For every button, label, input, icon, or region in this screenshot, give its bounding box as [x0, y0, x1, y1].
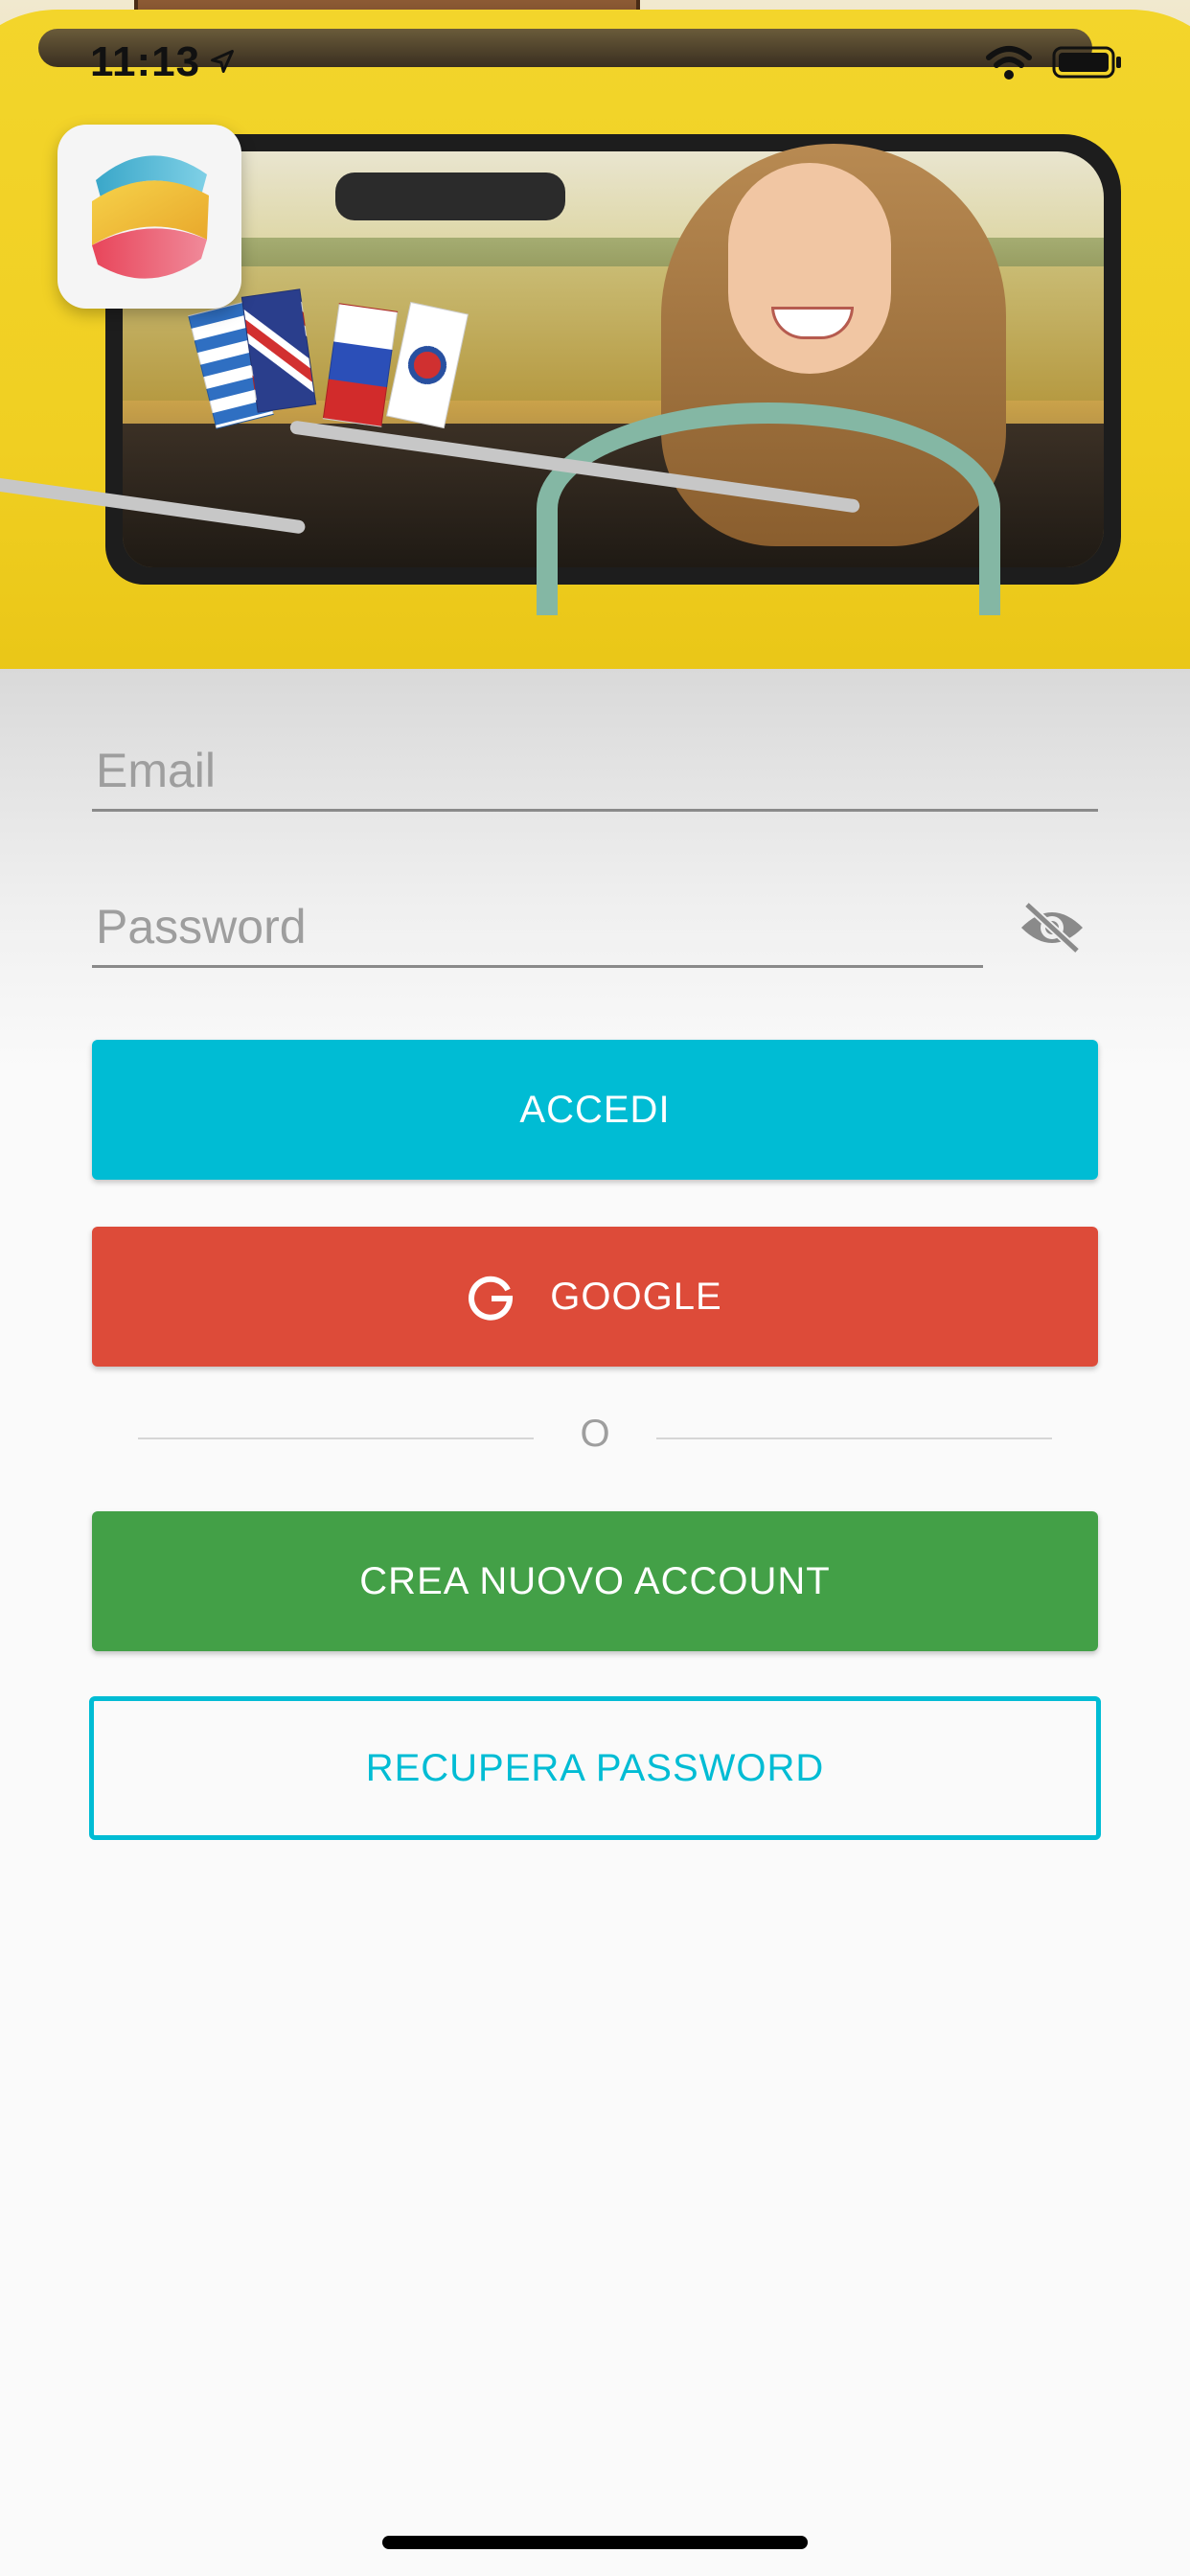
email-input[interactable] [92, 732, 1098, 809]
google-signin-button[interactable]: GOOGLE [92, 1227, 1098, 1367]
status-time: 11:13 [90, 38, 201, 85]
create-account-button[interactable]: CREA NUOVO ACCOUNT [92, 1511, 1098, 1651]
accedi-button-label: ACCEDI [519, 1088, 671, 1131]
home-indicator[interactable] [382, 2536, 808, 2549]
google-button-label: GOOGLE [550, 1275, 722, 1318]
wifi-icon [986, 46, 1032, 80]
status-bar: 11:13 [0, 0, 1190, 126]
battery-icon [1052, 46, 1121, 79]
password-input[interactable] [92, 888, 983, 965]
driver-face [728, 163, 891, 374]
app-logo-icon [57, 125, 241, 309]
or-divider-right [656, 1438, 1052, 1439]
steering-wheel [537, 402, 1000, 615]
form-background [0, 669, 1190, 1071]
or-separator-text: O [580, 1413, 610, 1455]
google-g-icon [469, 1276, 514, 1321]
location-arrow-icon [211, 50, 234, 73]
eye-off-icon[interactable] [1018, 899, 1087, 956]
email-underline [92, 809, 1098, 812]
recover-password-label: RECUPERA PASSWORD [365, 1746, 825, 1789]
rearview-mirror [335, 172, 565, 220]
create-account-label: CREA NUOVO ACCOUNT [359, 1559, 831, 1602]
password-underline [92, 965, 983, 968]
password-field-container [92, 888, 983, 968]
recover-password-button[interactable]: RECUPERA PASSWORD [89, 1696, 1101, 1840]
or-divider-left [138, 1438, 534, 1439]
email-field-container [92, 732, 1098, 812]
accedi-button[interactable]: ACCEDI [92, 1040, 1098, 1180]
